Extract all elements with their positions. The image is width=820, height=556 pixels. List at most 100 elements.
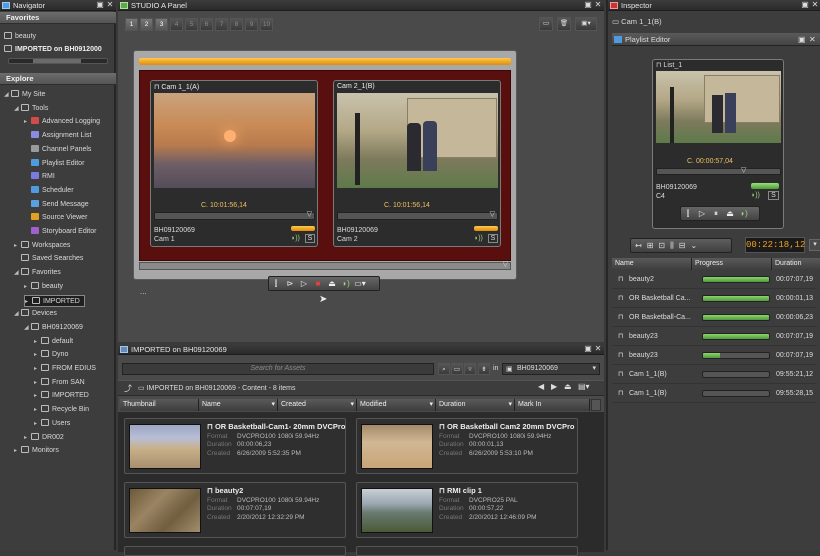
audio-icon[interactable]: ◗)): [291, 235, 300, 242]
tree-item[interactable]: ▸ beauty: [24, 281, 63, 293]
playlist-row[interactable]: ⊓ OR Basketball Ca... 00:00:01,13: [612, 289, 817, 308]
pin-icon[interactable]: ▣: [584, 345, 592, 353]
tree-item[interactable]: ◢ My Site: [4, 89, 45, 101]
tree-item[interactable]: ▸ Users: [34, 418, 70, 430]
viewer-cam2[interactable]: Cam 2_1(B) C. 10:01:56,14 ▽ BH09120069 Ca…: [333, 80, 501, 247]
favorites-scrollbar[interactable]: [8, 58, 108, 64]
clear-search-icon[interactable]: ▭: [451, 363, 463, 375]
tab-8[interactable]: 8: [230, 18, 243, 31]
viewer-cam1[interactable]: ⊓ Cam 1_1(A) C. 10:01:56,14 ▽ BH09120069…: [150, 80, 318, 247]
tree-item[interactable]: RMI: [24, 171, 55, 183]
play-reverse-icon[interactable]: ⊳: [283, 277, 297, 290]
asset-card[interactable]: ⊓ RMI clip 1 Format DVCPRO25 PAL Duration 00…: [356, 482, 578, 538]
asset-card[interactable]: ⊓ OR Basketball Cam2 20mm DVCPro Format DV…: [356, 418, 578, 474]
move-left-icon[interactable]: ↤: [635, 241, 647, 250]
tab-2[interactable]: 2: [140, 18, 153, 31]
expand-arrow-icon[interactable]: ▸: [34, 404, 41, 416]
playlist-row[interactable]: ⊓ OR Basketball-Ca... 00:00:06,23: [612, 308, 817, 327]
scrollbar-up[interactable]: [591, 399, 601, 411]
column-header[interactable]: Thumbnail: [120, 399, 199, 411]
expand-arrow-icon[interactable]: ◢: [24, 322, 31, 334]
column-header[interactable]: Created ▾: [278, 399, 357, 411]
audio-icon[interactable]: ◗): [737, 207, 751, 220]
tree-item[interactable]: ◢ Tools: [14, 103, 48, 115]
layout-button[interactable]: ▭: [539, 17, 553, 31]
view-menu-button[interactable]: ▣▾: [575, 17, 597, 31]
asset-card[interactable]: [124, 546, 346, 556]
trash-button[interactable]: 🗑: [557, 17, 571, 31]
tree-item[interactable]: ◢ Devices: [14, 308, 57, 320]
close-icon[interactable]: ✕: [811, 1, 819, 9]
filter-icon[interactable]: ▿: [464, 363, 476, 375]
location-select[interactable]: BH09120069 ▣ ▾: [502, 363, 600, 375]
favorite-item[interactable]: IMPORTED on BH0912000: [4, 44, 102, 56]
tree-item[interactable]: ▸ Dyno: [34, 349, 68, 361]
tree-item[interactable]: ◢ Favorites: [14, 267, 61, 279]
asset-card[interactable]: ⊓ OR Basketball-Cam1- 20mm DVCPro Format D…: [124, 418, 346, 474]
expand-arrow-icon[interactable]: ◢: [14, 308, 21, 320]
pause-icon[interactable]: ⏸: [709, 207, 723, 220]
tree-item[interactable]: ▸ IMPORTED: [34, 390, 89, 402]
mark-icon[interactable]: ⫿: [269, 277, 283, 290]
tree-item[interactable]: ◢ BH09120069: [24, 322, 83, 334]
playlist-viewer[interactable]: ⊓ List_1 C. 00:00:57,04 ▽ BH09120069 C4 ◗…: [652, 59, 784, 229]
tree-item[interactable]: ▸ FROM EDIUS: [34, 363, 96, 375]
tab-3[interactable]: 3: [155, 18, 168, 31]
column-header[interactable]: Progress: [692, 258, 772, 270]
close-icon[interactable]: ✕: [594, 1, 602, 9]
tree-item[interactable]: ▸ Monitors: [14, 445, 59, 457]
column-header[interactable]: Duration: [772, 258, 820, 270]
expand-arrow-icon[interactable]: ▸: [14, 240, 21, 252]
scrub-bar[interactable]: ▽: [656, 167, 781, 175]
play-icon[interactable]: ▷: [297, 277, 311, 290]
eject-icon[interactable]: ⏏: [723, 207, 737, 220]
nav-forward-icon[interactable]: ▶: [551, 382, 557, 391]
scrub-bar[interactable]: ▽: [154, 211, 315, 220]
column-header[interactable]: Mark In: [515, 399, 590, 411]
pin-icon[interactable]: ▣: [584, 1, 592, 9]
tree-item[interactable]: ▸ Advanced Logging: [24, 116, 100, 128]
tab-1[interactable]: 1: [125, 18, 138, 31]
more-chevron-icon[interactable]: ⌄: [691, 241, 703, 250]
expand-arrow-icon[interactable]: ▸: [34, 418, 41, 430]
tree-item[interactable]: ▸ From SAN: [34, 377, 85, 389]
play-icon[interactable]: ▷: [695, 207, 709, 220]
playlist-row[interactable]: ⊓ Cam 1_1(B) 09:55:21,12: [612, 365, 817, 384]
column-header[interactable]: Modified ▾: [357, 399, 436, 411]
scrub-bar[interactable]: ▽: [337, 211, 498, 220]
playlist-row[interactable]: ⊓ Cam 1_1(B) 09:55:28,15: [612, 384, 817, 403]
tab-10[interactable]: 10: [260, 18, 273, 31]
search-icon[interactable]: ⌕: [438, 363, 450, 375]
audio-icon[interactable]: ◗)): [474, 235, 483, 242]
tree-item[interactable]: Assignment List: [24, 130, 91, 142]
favorite-item[interactable]: beauty: [4, 31, 36, 43]
expand-arrow-icon[interactable]: ▸: [34, 390, 41, 402]
tree-item[interactable]: ▸ Recycle Bin: [34, 404, 89, 416]
playlist-row[interactable]: ⊓ beauty23 00:07:07,19: [612, 346, 817, 365]
expand-arrow-icon[interactable]: ▸: [25, 296, 32, 308]
asset-card[interactable]: [356, 546, 578, 556]
view-mode-icon[interactable]: ▤▾: [578, 382, 590, 391]
pin-icon[interactable]: ▣: [96, 1, 104, 9]
tree-item[interactable]: Send Message: [24, 199, 89, 211]
more-indicator[interactable]: ...: [140, 287, 147, 296]
output-icon[interactable]: ▭▾: [353, 277, 367, 290]
close-icon[interactable]: ✕: [594, 345, 602, 353]
eject-icon[interactable]: ⏏: [564, 382, 572, 391]
sort-chevron-icon[interactable]: ▾: [429, 399, 433, 411]
audio-icon[interactable]: ◗)): [751, 192, 760, 199]
sort-chevron-icon[interactable]: ▾: [508, 399, 512, 411]
expand-arrow-icon[interactable]: ▸: [24, 432, 31, 444]
expand-arrow-icon[interactable]: ▸: [34, 377, 41, 389]
chevron-down-icon[interactable]: ▾: [809, 239, 820, 251]
main-scrub-bar[interactable]: ▽: [139, 261, 511, 270]
delete-icon[interactable]: ⊟: [679, 241, 691, 250]
mark-icon[interactable]: ⫿: [681, 207, 695, 220]
close-icon[interactable]: ✕: [809, 33, 816, 46]
tree-item[interactable]: Source Viewer: [24, 212, 87, 224]
overwrite-icon[interactable]: ⊡: [658, 241, 670, 250]
split-icon[interactable]: ⫼: [670, 241, 679, 250]
tree-item[interactable]: ▸ default: [34, 336, 73, 348]
tree-item[interactable]: ▸ DR002: [24, 432, 64, 444]
solo-button[interactable]: S: [305, 234, 315, 243]
